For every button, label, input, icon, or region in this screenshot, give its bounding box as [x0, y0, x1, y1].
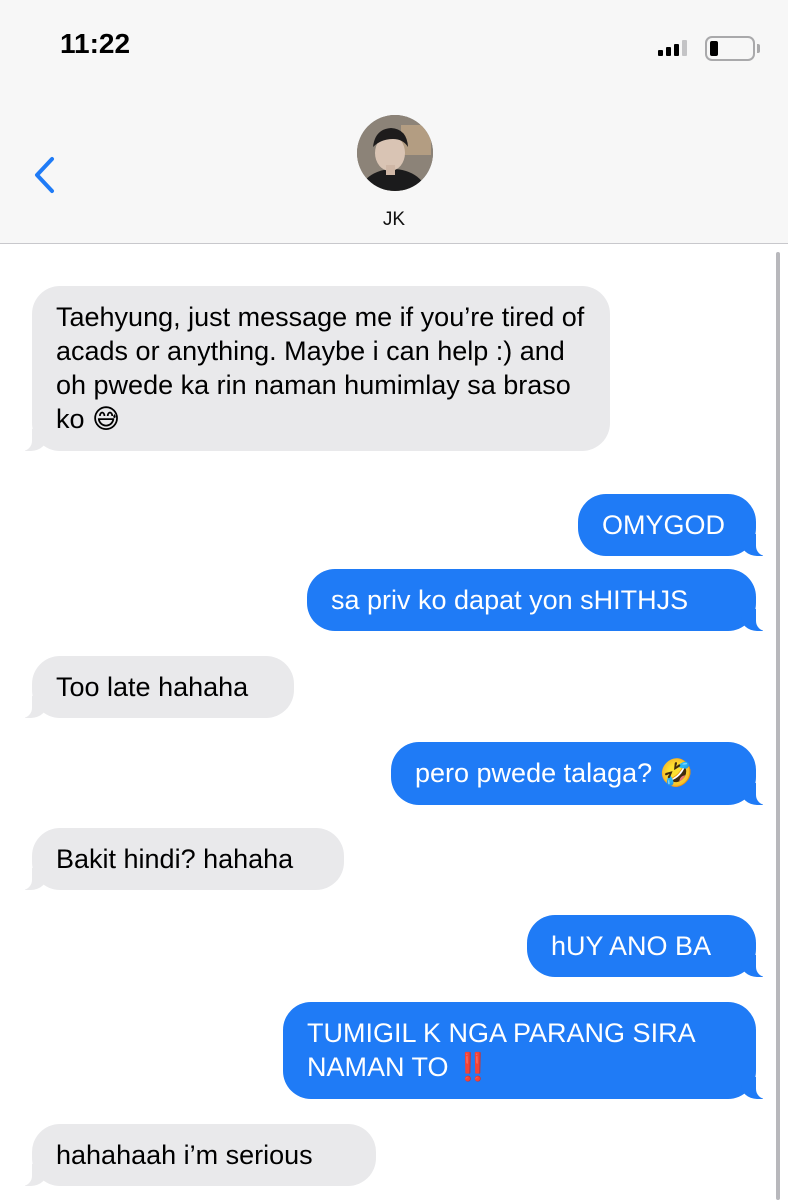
conversation-header: 11:22 JK [0, 0, 788, 244]
contact-name[interactable]: JK [0, 209, 788, 231]
message-bubble-received[interactable]: hahahaah i’m serious [20, 1124, 376, 1186]
message-bubble-received[interactable]: Bakit hindi? hahaha [20, 828, 344, 890]
battery-cap [757, 44, 760, 53]
message-text: Bakit hindi? hahaha [56, 844, 294, 874]
message-text: Taehyung, just message me if you’re tire… [56, 302, 592, 434]
message-bubble-received[interactable]: Too late hahaha [20, 656, 294, 718]
rolling-laughing-emoji: 🤣 [659, 758, 694, 789]
cellular-signal-icon [658, 40, 687, 56]
message-bubble-sent[interactable]: sa priv ko dapat yon sHITHJS [307, 569, 768, 631]
status-time: 11:22 [60, 28, 131, 59]
message-bubble-sent[interactable]: OMYGOD [578, 494, 768, 556]
sweat-smile-emoji: 😅 [92, 404, 121, 435]
message-text: sa priv ko dapat yon sHITHJS [331, 585, 689, 615]
message-text: hUY ANO BA [551, 931, 712, 961]
message-text: OMYGOD [602, 510, 726, 540]
message-thread: Taehyung, just message me if you’re tire… [0, 244, 788, 1200]
message-bubble-received[interactable]: Taehyung, just message me if you’re tire… [20, 286, 610, 451]
message-text: Too late hahaha [56, 672, 249, 702]
message-text: pero pwede talaga? [415, 758, 653, 788]
message-text: hahahaah i’m serious [56, 1140, 313, 1170]
message-bubble-sent[interactable]: TUMIGIL K NGA PARANG SIRA NAMAN TO ‼️ [283, 1002, 768, 1099]
battery-level [710, 41, 718, 56]
message-text: TUMIGIL K NGA PARANG SIRA NAMAN TO [307, 1018, 702, 1082]
double-exclamation-emoji: ‼️ [456, 1052, 490, 1083]
battery-icon [705, 36, 755, 61]
avatar[interactable] [357, 115, 433, 191]
message-bubble-sent[interactable]: pero pwede talaga? 🤣 [391, 742, 768, 805]
message-bubble-sent[interactable]: hUY ANO BA [527, 915, 768, 977]
chevron-left-icon[interactable] [30, 155, 60, 195]
